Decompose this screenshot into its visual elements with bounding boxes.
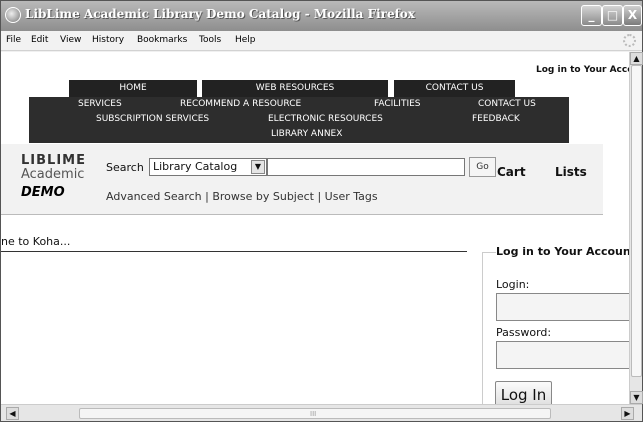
catalog-select[interactable]: Library Catalog ▼ [149, 158, 267, 176]
menu-bar: File Edit View History Bookmarks Tools H… [1, 31, 642, 51]
nav-contact-us-top[interactable]: CONTACT US [394, 80, 515, 97]
nav-contact-us[interactable]: CONTACT US [478, 99, 536, 109]
top-login-link[interactable]: Log in to Your Acco [536, 65, 629, 75]
header: LIBLIME Academic DEMO Search Library Cat… [1, 144, 603, 215]
chevron-down-icon[interactable]: ▼ [251, 160, 265, 174]
browser-window: LibLime Academic Library Demo Catalog - … [0, 0, 643, 422]
lists-link[interactable]: Lists [555, 165, 587, 179]
nav-home[interactable]: HOME [69, 80, 197, 97]
search-input[interactable] [267, 158, 465, 176]
login-label: Login: [496, 278, 530, 291]
welcome-text: ne to Koha... [1, 235, 71, 248]
nav-web-resources[interactable]: WEB RESOURCES [202, 80, 388, 97]
password-label: Password: [496, 326, 552, 339]
nav-row-2: SERVICES RECOMMEND A RESOURCE FACILITIES… [29, 97, 569, 112]
search-label: Search [106, 161, 144, 174]
nav-facilities[interactable]: FACILITIES [374, 99, 421, 109]
logo-academic: Academic [21, 167, 85, 182]
title-bar: LibLime Academic Library Demo Catalog - … [1, 1, 642, 31]
catalog-select-value: Library Catalog [153, 160, 238, 173]
vertical-scroll-thumb[interactable] [631, 65, 642, 377]
nav-library-annex[interactable]: LIBRARY ANNEX [271, 129, 342, 139]
vertical-scrollbar[interactable]: ▲ ▼ [629, 52, 643, 404]
logo-demo: DEMO [21, 185, 65, 200]
nav-services[interactable]: SERVICES [78, 99, 122, 109]
menu-history[interactable]: History [92, 35, 124, 45]
minimize-button[interactable]: _ [581, 5, 602, 26]
horizontal-scroll-thumb[interactable]: III [79, 408, 551, 419]
nav-row-3: SUBSCRIPTION SERVICES ELECTRONIC RESOURC… [29, 112, 569, 143]
menu-file[interactable]: File [6, 35, 21, 45]
go-button[interactable]: Go [469, 157, 496, 177]
cart-link[interactable]: Cart [497, 165, 526, 179]
password-field[interactable] [496, 341, 629, 369]
scroll-down-icon[interactable]: ▼ [630, 391, 643, 404]
scroll-up-icon[interactable]: ▲ [630, 52, 643, 65]
nav-recommend-resource[interactable]: RECOMMEND A RESOURCE [180, 99, 301, 109]
menu-tools[interactable]: Tools [199, 35, 221, 45]
login-button[interactable]: Log In [495, 381, 552, 404]
horizontal-scrollbar[interactable]: ◀ III ▶ [1, 404, 642, 421]
menu-help[interactable]: Help [235, 35, 256, 45]
nav-electronic-resources[interactable]: ELECTRONIC RESOURCES [268, 114, 383, 124]
login-field[interactable] [496, 293, 629, 321]
scroll-grip-icon: III [310, 410, 317, 418]
menu-view[interactable]: View [60, 35, 81, 45]
maximize-button[interactable]: □ [602, 5, 623, 26]
close-button[interactable]: X [623, 5, 642, 26]
page-viewport: Log in to Your Acco HOME WEB RESOURCES C… [1, 52, 629, 404]
firefox-icon [5, 7, 21, 23]
menu-bookmarks[interactable]: Bookmarks [137, 35, 187, 45]
nav-feedback[interactable]: FEEDBACK [472, 114, 520, 124]
logo-liblime: LIBLIME [21, 153, 86, 168]
throbber-icon [623, 34, 636, 47]
login-box-title: Log in to Your Account: [496, 245, 629, 258]
menu-edit[interactable]: Edit [31, 35, 48, 45]
scroll-right-icon[interactable]: ▶ [621, 407, 634, 420]
scroll-left-icon[interactable]: ◀ [6, 407, 19, 420]
search-sub-links[interactable]: Advanced Search | Browse by Subject | Us… [106, 190, 378, 203]
window-title: LibLime Academic Library Demo Catalog - … [25, 7, 415, 21]
divider [1, 251, 467, 252]
nav-subscription-services[interactable]: SUBSCRIPTION SERVICES [96, 114, 209, 124]
